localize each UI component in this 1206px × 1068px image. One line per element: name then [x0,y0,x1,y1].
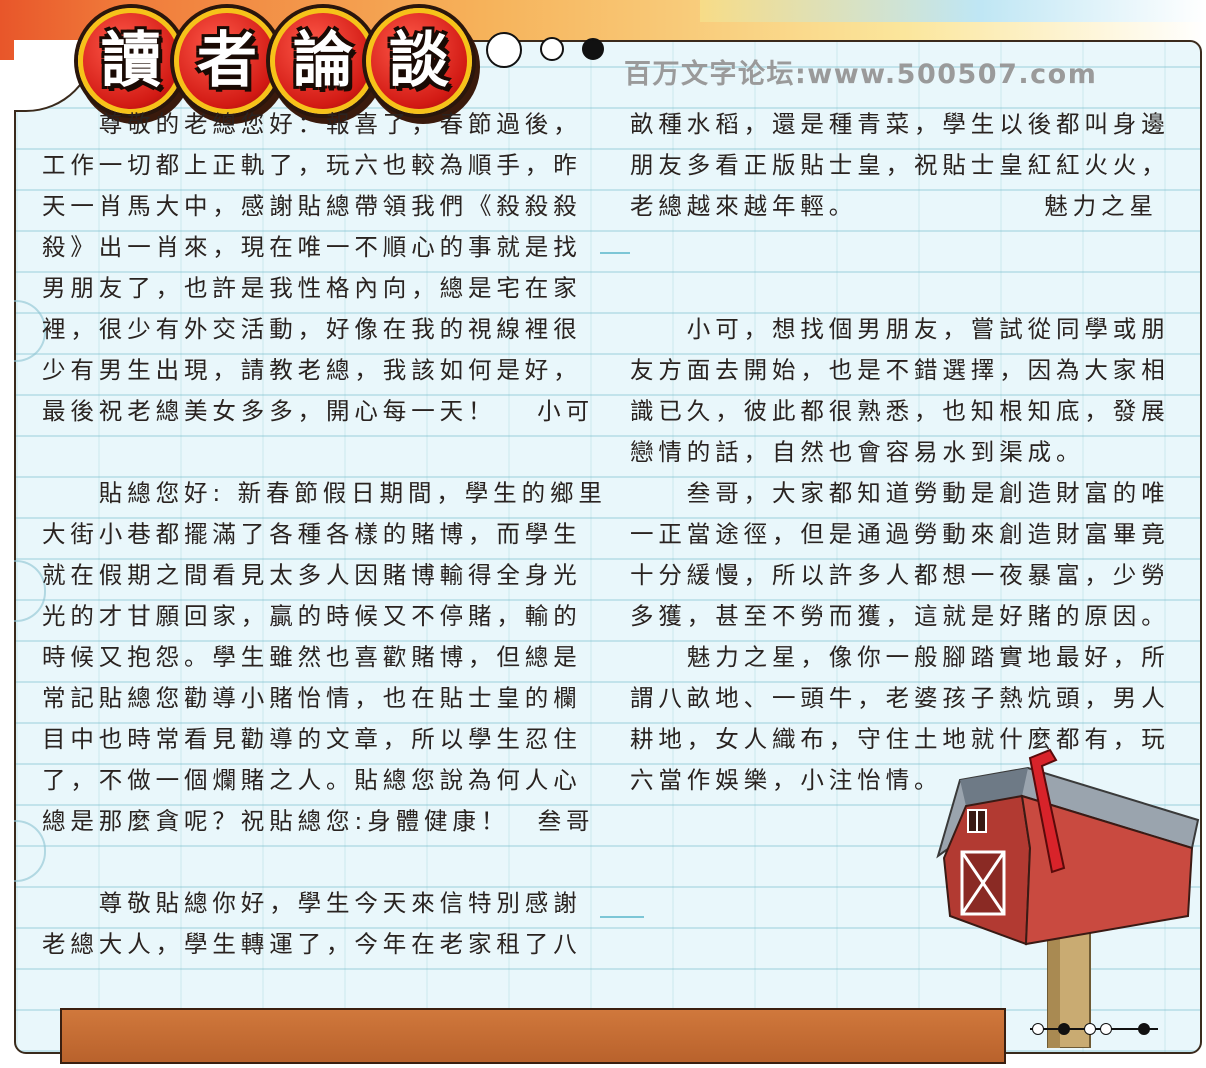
text-line: 畝種水稻，還是種青菜，學生以後都叫身邊 [630,110,1170,138]
title-badge: 者 [174,8,280,114]
title-badge: 談 [366,8,472,114]
text-line: 多獲，甚至不勞而獲，這就是好賭的原因。 [630,602,1170,630]
right-letters-column: 畝種水稻，還是種青菜，學生以後都叫身邊 朋友多看正版貼士皇，祝貼士皇紅紅火火， 老總… [630,104,1184,801]
bottom-bar [60,1008,1006,1064]
text-line: 貼總您好: 新春節假日期間，學生的鄉里 [42,479,607,507]
text-line: 魅力之星，像你一般腳踏實地最好，所 [630,643,1170,671]
text-line: 裡，很少有外交活動，好像在我的視線裡很 [42,315,582,343]
text-line: 叁哥，大家都知道勞動是創造財富的唯 [630,479,1170,507]
text-line: 識已久，彼此都很熟悉，也知根知底，發展 [630,397,1170,425]
text-line: 工作一切都上正軌了，玩六也較為順手，昨 [42,151,582,179]
watermark-text: 百万文字论坛:www.500507.com [624,59,1098,90]
decorative-circle-medium [540,37,564,61]
divider-dash [600,252,630,254]
text-line: 少有男生出現，請教老總，我該如何是好， [42,356,582,384]
decorative-dot-line [1030,1023,1160,1035]
text-line: 總是那麼貪呢？祝貼總您:身體健康！ 叁哥 [42,807,595,835]
decorative-circle-filled [582,38,604,60]
top-color-strip-accent [700,0,1206,22]
mailbox-illustration [936,748,1200,1048]
text-line: 朋友多看正版貼士皇，祝貼士皇紅紅火火， [630,151,1170,179]
text-line: 光的才甘願回家，贏的時候又不停賭，輸的 [42,602,582,630]
text-line: 尊敬的老總您好：報喜了，春節過後， [42,110,582,138]
left-letters-column: 尊敬的老總您好：報喜了，春節過後， 工作一切都上正軌了，玩六也較為順手，昨 天一肖馬… [42,104,607,965]
text-line: 常記貼總您勸導小賭怡情，也在貼士皇的欄 [42,684,582,712]
text-line: 謂八畝地、一頭牛，老婆孩子熱炕頭，男人 [630,684,1170,712]
text-line: 十分緩慢，所以許多人都想一夜暴富，少勞 [630,561,1170,589]
text-line: 天一肖馬大中，感謝貼總帶領我們《殺殺殺 [42,192,582,220]
text-line: 友方面去開始，也是不錯選擇，因為大家相 [630,356,1170,384]
text-line: 殺》出一肖來，現在唯一不順心的事就是找 [42,233,582,261]
text-line: 大街小巷都擺滿了各種各樣的賭博，而學生 [42,520,582,548]
text-line: 尊敬貼總你好，學生今天來信特別感謝 [42,889,582,917]
text-line: 目中也時常看見勸導的文章，所以學生忍住 [42,725,582,753]
divider-dash [600,916,644,918]
text-line: 了，不做一個爛賭之人。貼總您說為何人心 [42,766,582,794]
text-line: 就在假期之間看見太多人因賭博輸得全身光 [42,561,582,589]
text-line: 老總大人，學生轉運了，今年在老家租了八 [42,930,582,958]
title-badge: 讀 [78,8,184,114]
text-line: 小可，想找個男朋友，嘗試從同學或朋 [630,315,1170,343]
title-badge: 論 [270,8,376,114]
text-line: 男朋友了，也許是我性格內向，總是宅在家 [42,274,582,302]
text-line: 老總越來越年輕。 魅力之星 [630,192,1158,220]
text-line: 最後祝老總美女多多，開心每一天！ 小可 [42,397,594,425]
decorative-circle-large [486,32,522,68]
text-line: 一正當途徑，但是通過勞動來創造財富畢竟 [630,520,1170,548]
text-line: 時候又抱怨。學生雖然也喜歡賭博，但總是 [42,643,582,671]
text-line: 戀情的話，自然也會容易水到渠成。 [630,438,1085,466]
